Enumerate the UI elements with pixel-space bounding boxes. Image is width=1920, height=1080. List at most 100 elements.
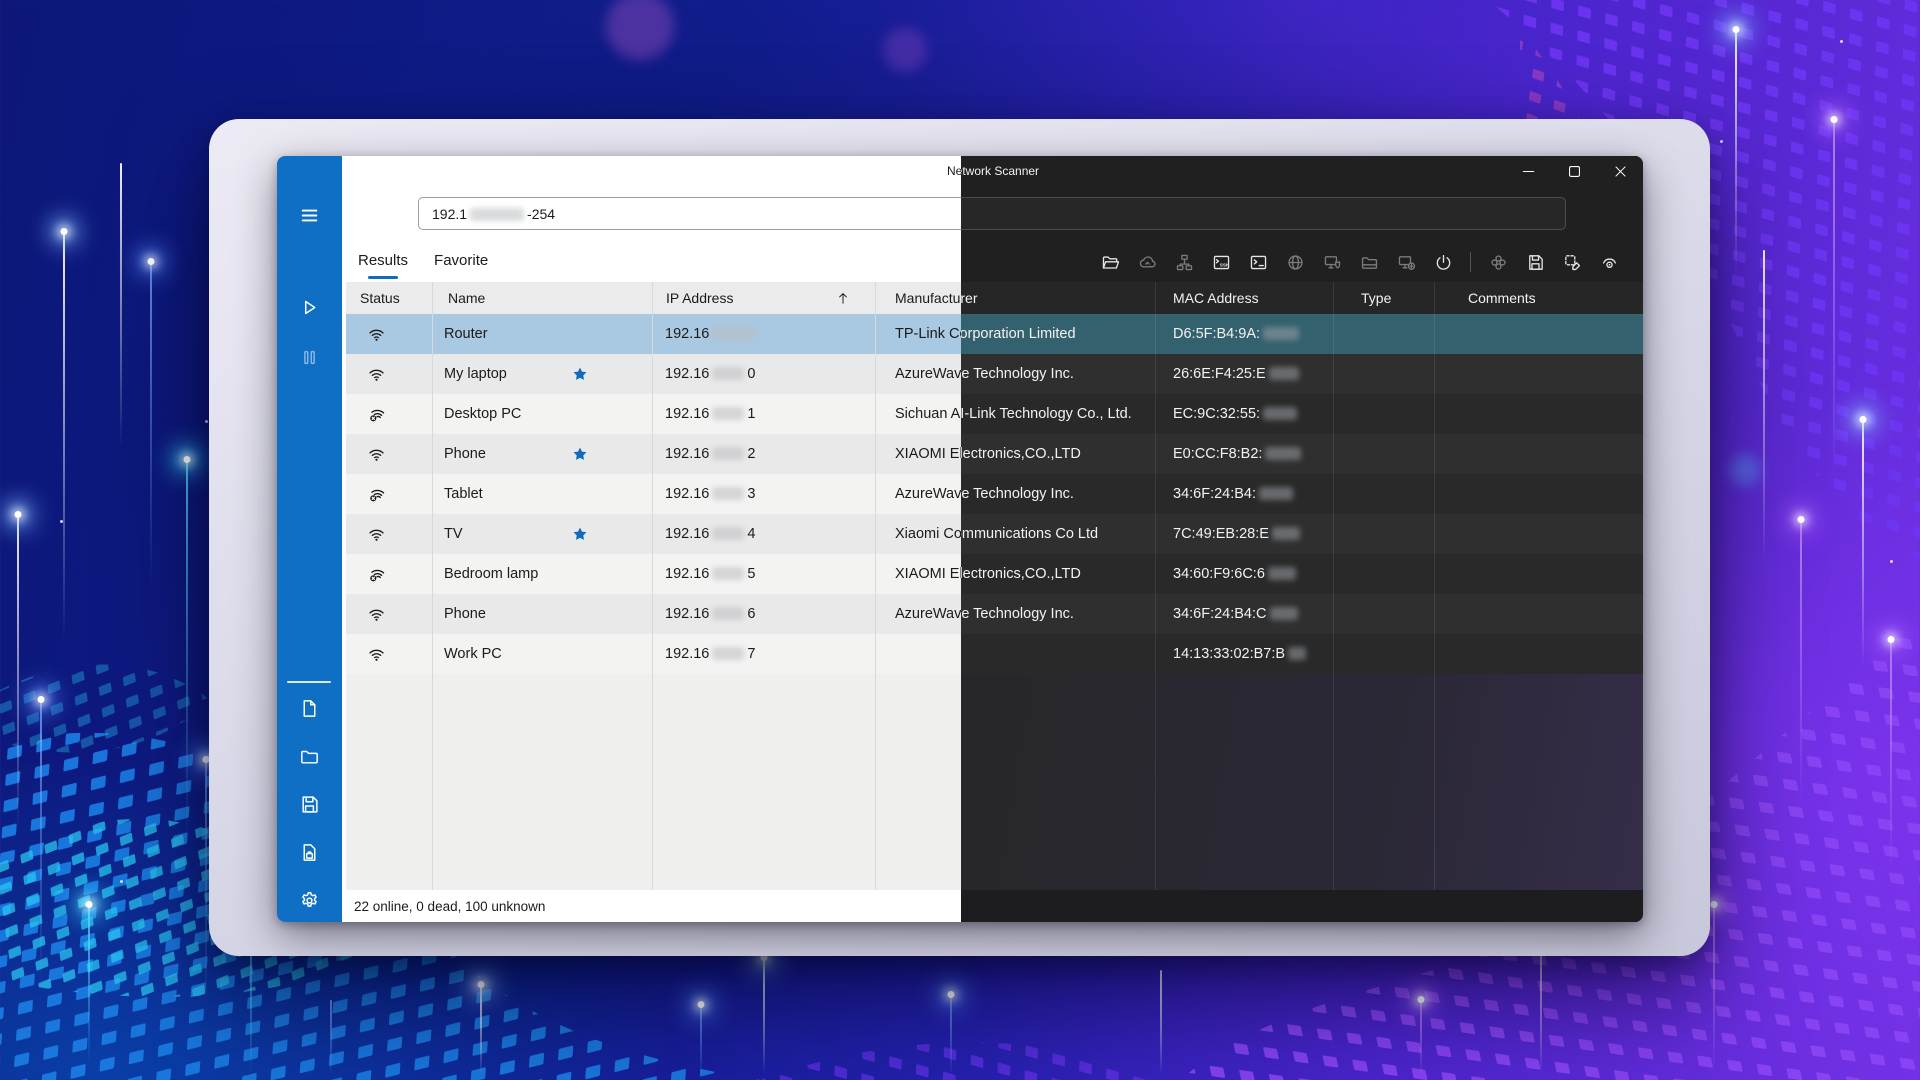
clear-button[interactable] [1558,248,1586,276]
remote-shield-button[interactable] [1318,248,1346,276]
column-header-name[interactable]: Name [432,282,652,314]
type-cell [1333,354,1434,394]
redacted-text [1272,527,1300,540]
bokeh-circle [1729,454,1761,486]
type-cell [1333,394,1434,434]
comments-cell [1434,314,1643,354]
chevron-down-icon[interactable] [1535,203,1557,225]
sidebar-folder-button[interactable] [290,736,330,776]
name-cell: Phone [432,594,652,634]
terminal-button[interactable] [1244,248,1272,276]
favorite-star-icon[interactable] [572,526,588,542]
name-cell: Phone [432,434,652,474]
mac-cell: 34:60:F9:6C:6 [1155,554,1333,594]
name-cell: Work PC [432,634,652,674]
comments-cell [1434,554,1643,594]
column-header-type[interactable]: Type [1333,282,1434,314]
sidebar-divider [287,681,331,683]
screen-share-button[interactable] [378,200,408,230]
tab-favorite[interactable]: Favorite [434,242,488,282]
plugins-button[interactable] [1484,248,1512,276]
folder-open-icon [1101,253,1120,272]
ssh-icon: SSH [1212,253,1231,272]
add-monitor-button[interactable] [1392,248,1420,276]
globe-button[interactable] [1281,248,1309,276]
sidebar-report-button[interactable] [290,832,330,872]
ip-address: 192.16 [665,326,759,342]
type-cell [1333,554,1434,594]
sidebar-pause-button[interactable] [290,337,330,377]
mac-cell: D6:5F:B4:9A: [1155,314,1333,354]
device-name: Tablet [444,486,483,502]
status-cell [346,474,432,514]
column-label: Name [448,290,485,306]
cloud-icon [1138,253,1157,272]
light-beam [120,163,122,463]
light-beam [1420,1000,1422,1080]
wifi-icon [367,365,386,384]
ip-cell: 192.160 [652,354,875,394]
folder-open-button[interactable] [1096,248,1124,276]
name-cell: Tablet [432,474,652,514]
redacted-text [470,208,524,221]
redacted-text [712,447,744,460]
search-button[interactable] [1582,198,1614,230]
favorite-star-icon[interactable] [572,446,588,462]
status-cell [346,514,432,554]
column-divider [432,282,433,890]
network-tree-button[interactable] [1170,248,1198,276]
ssh-button[interactable]: SSH [1207,248,1235,276]
light-beam [88,905,90,1075]
star-dot [1720,140,1723,143]
light-beam [40,700,42,1000]
sidebar-play-button[interactable] [290,287,330,327]
cloud-button[interactable] [1133,248,1161,276]
sidebar-file-new-button[interactable] [290,688,330,728]
sidebar [277,156,342,922]
column-header-ip-address[interactable]: IP Address [652,282,875,314]
redacted-text [1270,607,1298,620]
star-dot [1890,560,1893,563]
name-cell: Router [432,314,652,354]
mac-cell: EC:9C:32:55: [1155,394,1333,434]
favorite-star-icon[interactable] [572,366,588,382]
column-label: MAC Address [1173,290,1259,306]
power-button[interactable] [1429,248,1457,276]
ip-cell: 192.16 [652,314,875,354]
light-beam [1160,970,1162,1080]
redacted-text [1288,647,1306,660]
column-header-comments[interactable]: Comments [1434,282,1643,314]
redacted-text [1263,407,1297,420]
column-header-status[interactable]: Status [346,282,432,314]
sidebar-save-button[interactable] [290,784,330,824]
device-name: Router [444,326,488,342]
redacted-text [1263,327,1299,340]
light-beam [1800,520,1802,820]
tab-results[interactable]: Results [358,242,408,282]
ip-address: 192.167 [665,646,755,662]
globe-search-button[interactable] [339,200,369,230]
sidebar-settings-button[interactable] [290,880,330,920]
minimize-icon [1519,162,1538,181]
ip-cell: 192.165 [652,554,875,594]
mac-address: 34:6F:24:B4:C [1173,606,1301,622]
status-cell [346,314,432,354]
close-button[interactable] [1597,156,1643,186]
wifi-icon [367,525,386,544]
status-cell [346,394,432,434]
column-header-mac-address[interactable]: MAC Address [1155,282,1333,314]
save-button[interactable] [1521,248,1549,276]
maximize-button[interactable] [1551,156,1597,186]
status-cell [346,594,432,634]
monitor-eye-button[interactable] [1595,248,1623,276]
ip-cell: 192.164 [652,514,875,554]
ip-cell: 192.161 [652,394,875,434]
light-beam [1735,30,1737,290]
comments-cell [1434,434,1643,474]
sidebar-menu-button[interactable] [290,195,330,235]
save-icon [299,794,320,815]
shared-folder-button[interactable] [1355,248,1383,276]
status-cell [346,434,432,474]
comments-cell [1434,634,1643,674]
minimize-button[interactable] [1505,156,1551,186]
